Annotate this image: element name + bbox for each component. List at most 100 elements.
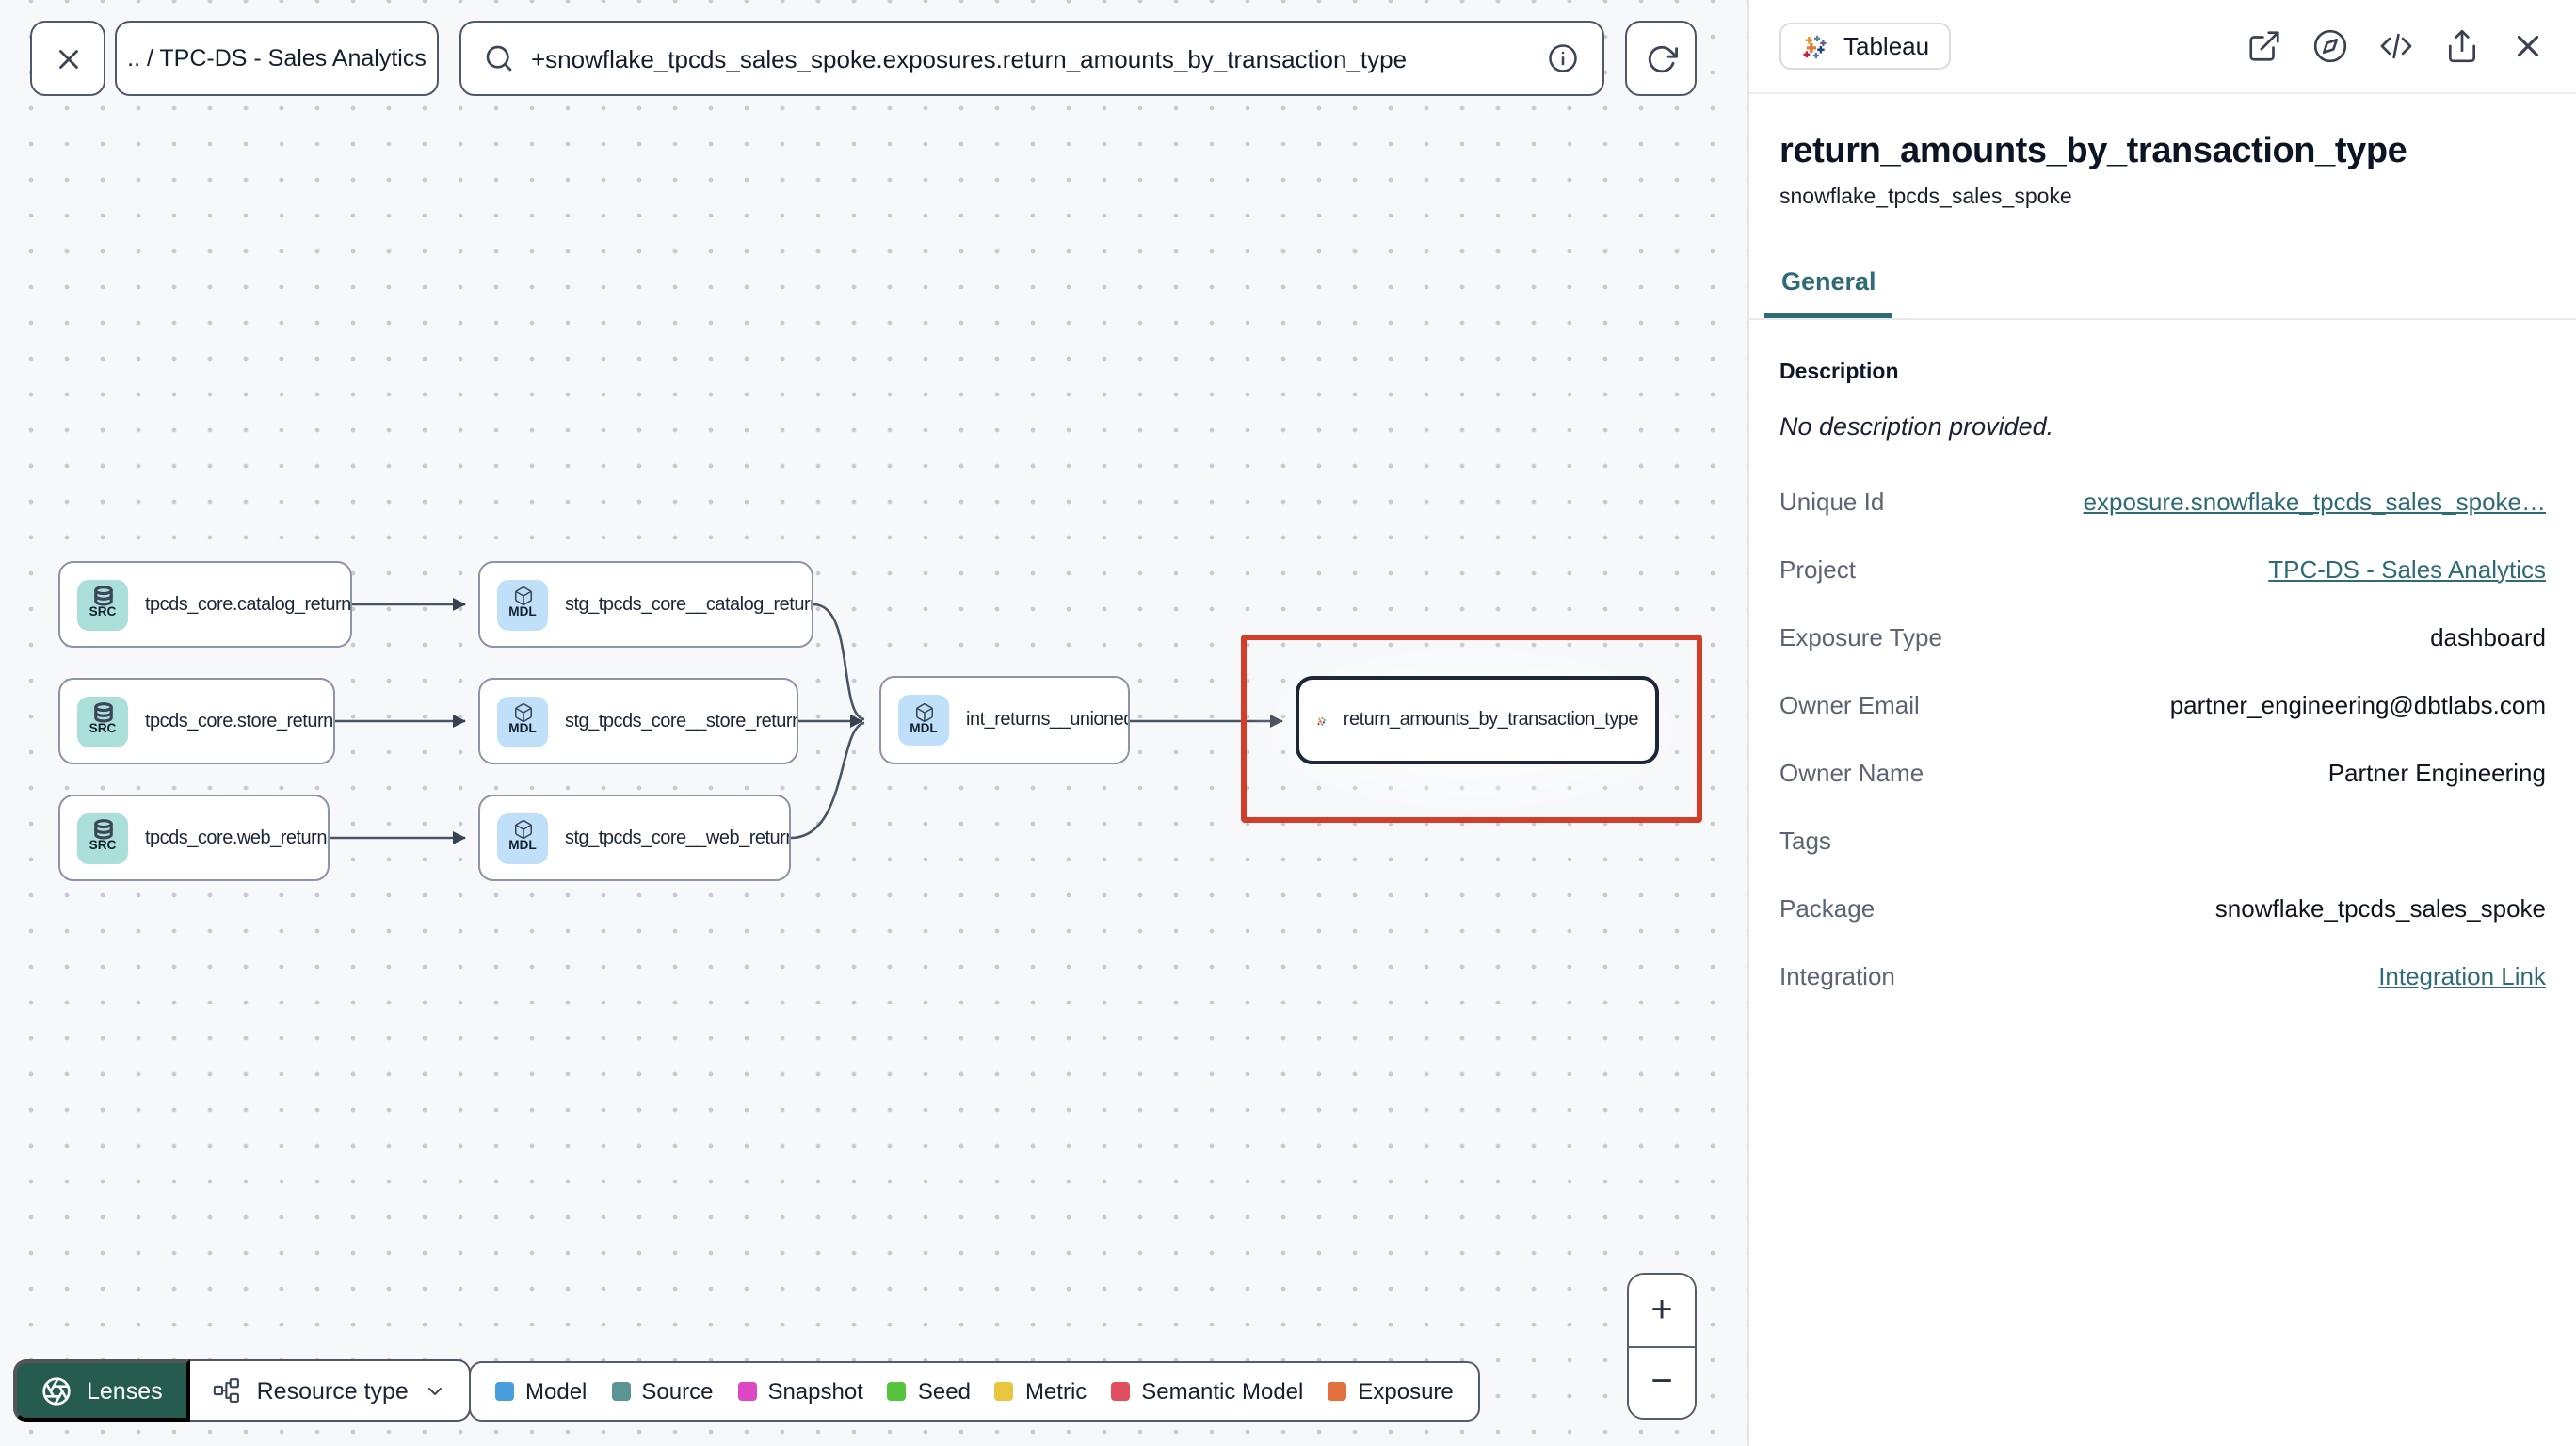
breadcrumb-label: .. / TPC-DS - Sales Analytics bbox=[127, 45, 427, 72]
detail-row-exposure-type: Exposure Type dashboard bbox=[1779, 622, 2546, 651]
node-model-stg-store-returns[interactable]: MDL stg_tpcds_core__store_returns bbox=[478, 678, 798, 764]
close-lineage-button[interactable] bbox=[30, 21, 105, 96]
resource-type-dropdown[interactable]: Resource type bbox=[190, 1359, 471, 1422]
badge-label: SRC bbox=[89, 840, 117, 854]
description-heading: Description bbox=[1779, 362, 1899, 384]
snapshot-swatch bbox=[737, 1382, 757, 1401]
node-label: tpcds_core.catalog_returns bbox=[145, 594, 352, 615]
details-rows: Unique Id exposure.snowflake_tpcds_sales… bbox=[1779, 467, 2546, 1009]
tableau-tool-badge[interactable]: Tableau bbox=[1779, 23, 1951, 70]
share-icon[interactable] bbox=[2444, 28, 2480, 64]
resource-title: return_amounts_by_transaction_type bbox=[1779, 132, 2407, 171]
close-icon bbox=[58, 49, 77, 68]
node-model-int-returns-unioned[interactable]: MDL int_returns__unioned bbox=[879, 676, 1130, 764]
source-badge: SRC bbox=[77, 579, 128, 630]
detail-row-integration: Integration Integration Link bbox=[1779, 961, 2546, 989]
legend-item-model: Model bbox=[495, 1378, 587, 1405]
open-external-icon[interactable] bbox=[2246, 28, 2282, 64]
node-label: stg_tpcds_core__store_returns bbox=[565, 711, 798, 731]
seed-swatch bbox=[887, 1382, 907, 1401]
cube-icon bbox=[513, 820, 532, 840]
node-label: stg_tpcds_core__web_returns bbox=[565, 827, 791, 848]
model-badge: MDL bbox=[497, 579, 548, 630]
zoom-out-button[interactable]: − bbox=[1629, 1346, 1695, 1418]
badge-label: MDL bbox=[910, 722, 938, 736]
owner-email-value: partner_engineering@dbtlabs.com bbox=[2169, 690, 2546, 718]
panel-tabs: General bbox=[1749, 265, 2576, 320]
tableau-logo-icon bbox=[1317, 715, 1326, 725]
exposure-type-value: dashboard bbox=[2430, 622, 2546, 651]
badge-label: MDL bbox=[508, 606, 537, 620]
model-badge: MDL bbox=[497, 812, 548, 863]
node-label: return_amounts_by_transaction_type bbox=[1343, 710, 1639, 731]
chevron-down-icon bbox=[427, 1387, 442, 1394]
source-swatch bbox=[611, 1382, 631, 1401]
tool-badge-label: Tableau bbox=[1843, 32, 1930, 60]
legend-item-seed: Seed bbox=[887, 1378, 971, 1405]
zoom-in-button[interactable]: + bbox=[1629, 1275, 1695, 1346]
lineage-canvas[interactable]: SRC tpcds_core.catalog_returns SRC tpcds… bbox=[0, 0, 1747, 1446]
resource-type-legend: Model Source Snapshot Seed Metric Semant… bbox=[469, 1361, 1480, 1422]
resource-type-label: Resource type bbox=[256, 1377, 409, 1404]
lenses-label: Lenses bbox=[87, 1377, 163, 1404]
resource-type-icon bbox=[214, 1378, 240, 1403]
node-source-catalog-returns[interactable]: SRC tpcds_core.catalog_returns bbox=[58, 561, 352, 648]
badge-label: MDL bbox=[508, 840, 537, 854]
detail-row-tags: Tags bbox=[1779, 826, 1831, 854]
lenses-button[interactable]: Lenses bbox=[13, 1359, 191, 1422]
zoom-controls: + − bbox=[1627, 1273, 1697, 1420]
tableau-logo-icon bbox=[1803, 35, 1827, 59]
resource-details-panel: Tableau return_amounts_by_transaction_ty… bbox=[1747, 0, 2576, 1446]
legend-item-metric: Metric bbox=[994, 1378, 1087, 1405]
dbt-explorer-lineage-app: SRC tpcds_core.catalog_returns SRC tpcds… bbox=[0, 0, 2576, 1446]
model-badge: MDL bbox=[898, 695, 949, 746]
cube-icon bbox=[914, 702, 933, 722]
explore-compass-icon[interactable] bbox=[2312, 28, 2348, 64]
info-icon[interactable] bbox=[1546, 41, 1580, 75]
code-icon[interactable] bbox=[2378, 28, 2414, 64]
database-icon bbox=[93, 586, 112, 607]
node-label: int_returns__unioned bbox=[966, 710, 1130, 731]
detail-row-package: Package snowflake_tpcds_sales_spoke bbox=[1779, 893, 2546, 922]
database-icon bbox=[93, 702, 112, 724]
refresh-lineage-button[interactable] bbox=[1625, 21, 1697, 96]
node-model-stg-catalog-returns[interactable]: MDL stg_tpcds_core__catalog_returns bbox=[478, 561, 813, 648]
node-label: tpcds_core.store_returns bbox=[145, 711, 335, 731]
owner-name-value: Partner Engineering bbox=[2327, 758, 2546, 786]
node-model-stg-web-returns[interactable]: MDL stg_tpcds_core__web_returns bbox=[478, 795, 791, 881]
breadcrumb[interactable]: .. / TPC-DS - Sales Analytics bbox=[115, 21, 439, 96]
legend-item-exposure: Exposure bbox=[1328, 1378, 1454, 1405]
description-empty-text: No description provided. bbox=[1779, 412, 2054, 441]
source-badge: SRC bbox=[77, 812, 128, 863]
detail-row-unique-id: Unique Id exposure.snowflake_tpcds_sales… bbox=[1779, 487, 2546, 515]
database-icon bbox=[93, 819, 112, 841]
node-exposure-return-amounts[interactable]: return_amounts_by_transaction_type bbox=[1296, 676, 1659, 764]
unique-id-link[interactable]: exposure.snowflake_tpcds_sales_spoke… bbox=[1884, 487, 2546, 515]
close-panel-icon[interactable] bbox=[2510, 28, 2546, 64]
search-icon bbox=[486, 45, 512, 72]
project-link[interactable]: TPC-DS - Sales Analytics bbox=[1856, 554, 2546, 583]
node-source-web-returns[interactable]: SRC tpcds_core.web_returns bbox=[58, 795, 330, 881]
exposure-swatch bbox=[1328, 1382, 1347, 1401]
integration-link[interactable]: Integration Link bbox=[1895, 961, 2546, 989]
model-swatch bbox=[495, 1382, 514, 1401]
node-source-store-returns[interactable]: SRC tpcds_core.store_returns bbox=[58, 678, 335, 764]
detail-row-project: Project TPC-DS - Sales Analytics bbox=[1779, 554, 2546, 583]
semantic-model-swatch bbox=[1111, 1382, 1131, 1401]
tab-general[interactable]: General bbox=[1764, 267, 1893, 318]
detail-row-owner-name: Owner Name Partner Engineering bbox=[1779, 758, 2546, 786]
legend-item-semantic-model: Semantic Model bbox=[1111, 1378, 1303, 1405]
badge-label: MDL bbox=[508, 723, 537, 737]
search-value: +snowflake_tpcds_sales_spoke.exposures.r… bbox=[531, 44, 1408, 72]
metric-swatch bbox=[994, 1382, 1014, 1401]
package-value: snowflake_tpcds_sales_spoke bbox=[2214, 893, 2546, 922]
aperture-icon bbox=[42, 1376, 71, 1405]
panel-header: Tableau bbox=[1749, 0, 2576, 94]
lineage-search-input[interactable]: +snowflake_tpcds_sales_spoke.exposures.r… bbox=[459, 21, 1604, 96]
panel-header-icons bbox=[2246, 28, 2546, 64]
model-badge: MDL bbox=[497, 696, 548, 747]
node-label: tpcds_core.web_returns bbox=[145, 827, 330, 848]
cube-icon bbox=[513, 703, 532, 723]
node-label: stg_tpcds_core__catalog_returns bbox=[565, 594, 813, 615]
refresh-icon bbox=[1647, 44, 1677, 72]
